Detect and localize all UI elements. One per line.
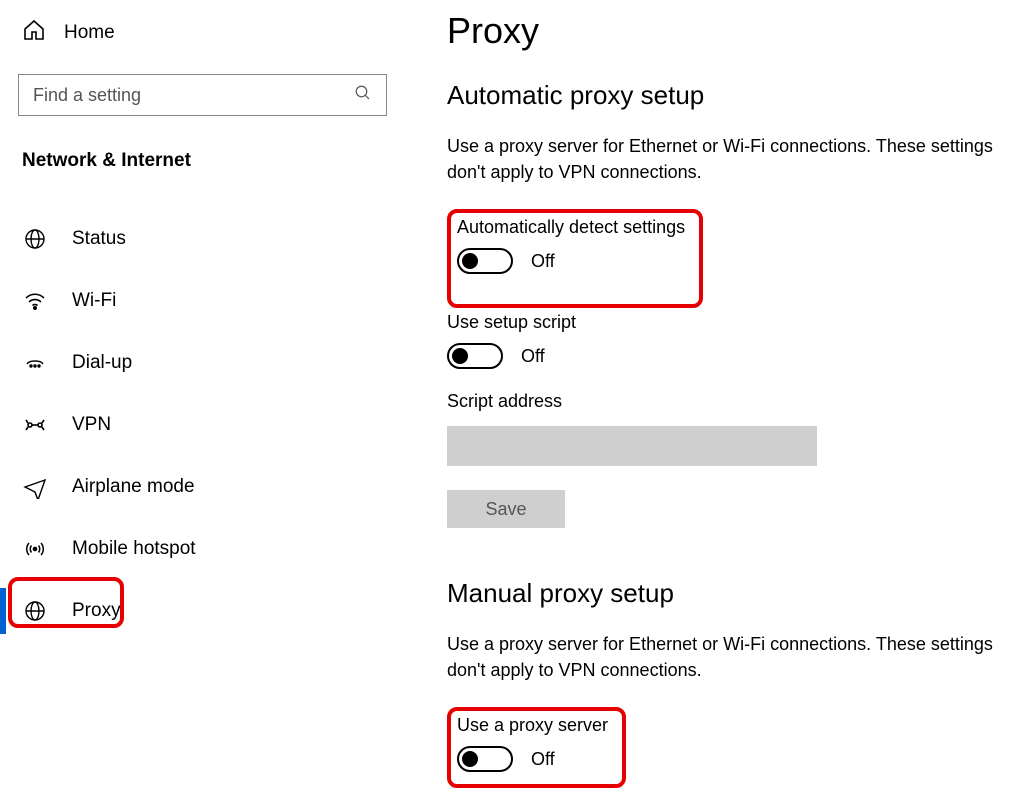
nav-list: Status Wi-Fi Dial-up (0, 208, 405, 642)
sidebar-item-label: VPN (72, 414, 111, 436)
sidebar-item-label: Mobile hotspot (72, 538, 196, 560)
sidebar-item-hotspot[interactable]: Mobile hotspot (0, 518, 405, 580)
script-address-label: Script address (447, 391, 1006, 412)
settings-sidebar: Home Find a setting Network & Internet S… (0, 0, 405, 789)
sidebar-item-proxy[interactable]: Proxy (0, 580, 405, 642)
use-proxy-state: Off (531, 749, 555, 770)
search-input[interactable]: Find a setting (18, 74, 387, 116)
dialup-icon (22, 351, 48, 375)
sidebar-item-label: Status (72, 228, 126, 250)
category-title: Network & Internet (0, 116, 405, 190)
setup-script-toggle[interactable] (447, 343, 503, 369)
home-label: Home (64, 22, 115, 44)
search-placeholder: Find a setting (33, 85, 141, 106)
auto-detect-label: Automatically detect settings (457, 217, 685, 238)
sidebar-item-dialup[interactable]: Dial-up (0, 332, 405, 394)
section-manual-desc: Use a proxy server for Ethernet or Wi-Fi… (447, 631, 1006, 683)
sidebar-item-label: Proxy (72, 600, 121, 622)
section-auto-desc: Use a proxy server for Ethernet or Wi-Fi… (447, 133, 1006, 185)
home-icon (22, 18, 46, 48)
sidebar-item-label: Dial-up (72, 352, 132, 374)
vpn-icon (22, 413, 48, 437)
use-proxy-toggle[interactable] (457, 746, 513, 772)
save-button[interactable]: Save (447, 490, 565, 528)
highlight-use-proxy: Use a proxy server Off (447, 707, 626, 788)
use-proxy-label: Use a proxy server (457, 715, 608, 736)
home-link[interactable]: Home (0, 18, 405, 62)
settings-main: Proxy Automatic proxy setup Use a proxy … (405, 0, 1024, 789)
section-auto-title: Automatic proxy setup (447, 80, 1006, 111)
page-title: Proxy (447, 10, 1006, 52)
sidebar-item-vpn[interactable]: VPN (0, 394, 405, 456)
wifi-icon (22, 289, 48, 313)
auto-detect-state: Off (531, 251, 555, 272)
section-manual-title: Manual proxy setup (447, 578, 1006, 609)
sidebar-item-status[interactable]: Status (0, 208, 405, 270)
sidebar-item-label: Wi-Fi (72, 290, 116, 312)
airplane-icon (22, 475, 48, 499)
globe-icon (22, 599, 48, 623)
sidebar-item-wifi[interactable]: Wi-Fi (0, 270, 405, 332)
setup-script-state: Off (521, 346, 545, 367)
search-icon (354, 84, 372, 107)
sidebar-item-label: Airplane mode (72, 476, 195, 498)
script-address-input[interactable] (447, 426, 817, 466)
setup-script-label: Use setup script (447, 312, 1006, 333)
globe-icon (22, 227, 48, 251)
auto-detect-toggle[interactable] (457, 248, 513, 274)
hotspot-icon (22, 537, 48, 561)
highlight-auto-detect: Automatically detect settings Off (447, 209, 703, 308)
sidebar-item-airplane[interactable]: Airplane mode (0, 456, 405, 518)
